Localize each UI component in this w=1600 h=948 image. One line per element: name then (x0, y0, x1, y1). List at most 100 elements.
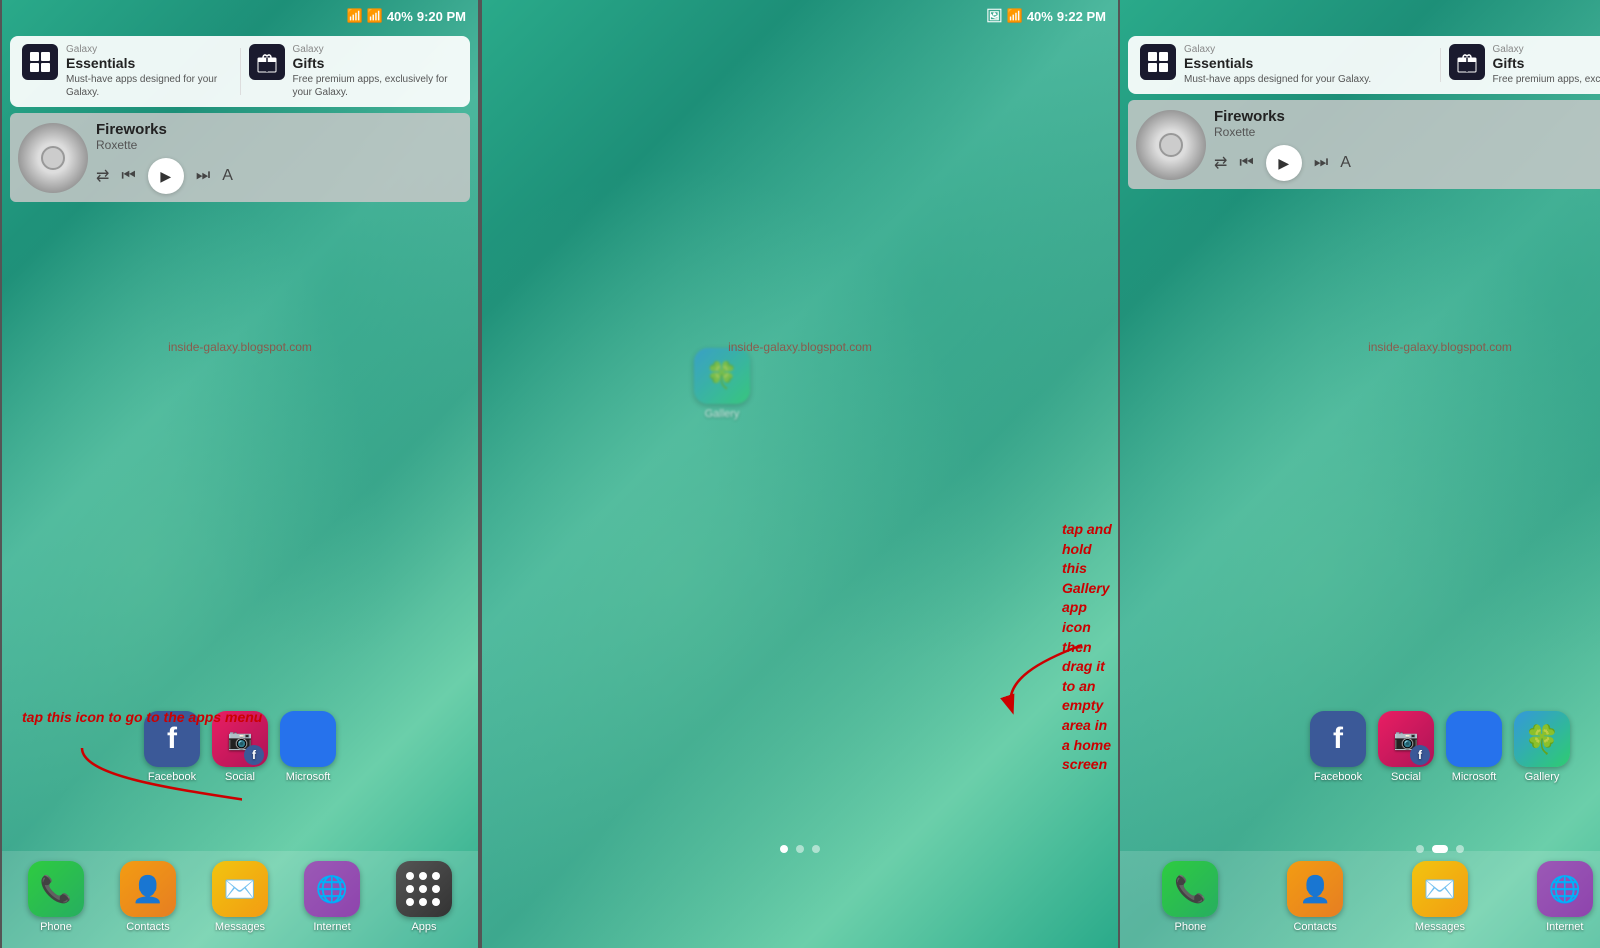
galaxy-gifts-card-3[interactable]: Galaxy Gifts Free premium apps, exclusiv… (1449, 44, 1600, 86)
dock-phone-3[interactable]: 📞 Phone (1162, 861, 1218, 933)
wifi-icon: 📶 (346, 8, 362, 24)
dock-messages-3[interactable]: ✉️ Messages (1412, 861, 1468, 933)
dock-internet[interactable]: 🌐 Internet (304, 861, 360, 933)
next-btn-3[interactable]: ⏭ (1314, 154, 1328, 172)
social-apps-row-3: f Facebook 📷 f Social Microsoft 🍀 Galler… (1128, 711, 1600, 783)
music-controls-3: ⇄ ⏮ ▶ ⏭ A (1214, 145, 1600, 181)
shuffle-btn-3[interactable]: ⇄ (1214, 153, 1227, 173)
galaxy-essentials-card-3[interactable]: Galaxy Essentials Must-have apps designe… (1140, 44, 1432, 86)
music-title-1: Fireworks (96, 121, 462, 138)
gifts-title-3: Gifts (1493, 55, 1600, 71)
music-title-3: Fireworks (1214, 108, 1600, 125)
gallery-app-blurred[interactable]: 🍀 Gallery (646, 340, 798, 429)
microsoft-label: Microsoft (286, 771, 331, 783)
music-controls-1: ⇄ ⏮ ▶ ⏭ A (96, 158, 462, 194)
annotation-arrow-3 (1580, 510, 1600, 630)
apps-icon (396, 861, 452, 917)
next-btn[interactable]: ⏭ (196, 167, 210, 185)
play-btn-3[interactable]: ▶ (1266, 145, 1302, 181)
panel-1: 📶 📶 40% 9:20 PM Galaxy Essentials Must-h… (0, 0, 480, 948)
dock-internet-3[interactable]: 🌐 Internet (1537, 861, 1593, 933)
dot-2 (796, 845, 804, 853)
essentials-desc-3: Must-have apps designed for your Galaxy. (1184, 73, 1432, 86)
essentials-title-3: Essentials (1184, 55, 1432, 71)
essentials-icon (22, 44, 58, 80)
essentials-icon-3 (1140, 44, 1176, 80)
album-art-3 (1136, 110, 1206, 180)
social-app-3[interactable]: 📷 f Social (1378, 711, 1434, 783)
contacts-icon-3: 👤 (1287, 861, 1343, 917)
internet-icon-3: 🌐 (1537, 861, 1593, 917)
facebook-label-3: Facebook (1314, 771, 1362, 783)
panel-3: 📶 📶 40% 9:23 PM Galaxy Essentials Must-h… (1120, 0, 1600, 948)
battery-text-2: 40% (1027, 9, 1053, 24)
prev-btn-3[interactable]: ⏮ (1239, 154, 1253, 172)
music-artist-3: Roxette (1214, 125, 1600, 139)
dot-1 (780, 845, 788, 853)
gallery-label-blurred: Gallery (705, 408, 740, 421)
dock-phone[interactable]: 📞 Phone (28, 861, 84, 933)
gifts-desc-3: Free premium apps, exclusively for your … (1493, 73, 1600, 86)
gifts-title: Gifts (293, 55, 459, 71)
essentials-brand-3: Galaxy (1184, 44, 1432, 55)
social-icon-3: 📷 f (1378, 711, 1434, 767)
play-btn-1[interactable]: ▶ (148, 158, 184, 194)
shuffle-btn[interactable]: ⇄ (96, 166, 109, 186)
gifts-icon-3 (1449, 44, 1485, 80)
galaxy-gifts-card[interactable]: Galaxy Gifts Free premium apps, exclusiv… (249, 44, 459, 99)
battery-text: 40% (387, 9, 413, 24)
contacts-label-3: Contacts (1293, 921, 1336, 933)
galaxy-cards-1: Galaxy Essentials Must-have apps designe… (10, 36, 470, 107)
panel-2: 🖼 📶 40% 9:22 PM A-Z EDIT G Google (480, 0, 1120, 948)
dock-contacts[interactable]: 👤 Contacts (120, 861, 176, 933)
messages-icon-3: ✉️ (1412, 861, 1468, 917)
dock-apps[interactable]: Apps (396, 861, 452, 933)
page-dots-2 (482, 845, 1118, 853)
signal-icon: 📶 (367, 8, 383, 24)
lyrics-btn[interactable]: A (222, 167, 233, 185)
lyrics-btn-3[interactable]: A (1340, 154, 1351, 172)
wifi-icon-2: 📶 (1007, 8, 1023, 24)
messages-label-3: Messages (1415, 921, 1465, 933)
music-info-1: Fireworks Roxette ⇄ ⏮ ▶ ⏭ A (96, 121, 462, 194)
annotation-arrow-2 (962, 640, 1120, 720)
prev-btn[interactable]: ⏮ (121, 167, 135, 185)
gallery-app-3[interactable]: 🍀 Gallery (1514, 711, 1570, 783)
music-player-1: Fireworks Roxette ⇄ ⏮ ▶ ⏭ A (10, 113, 470, 202)
gifts-desc: Free premium apps, exclusively for your … (293, 73, 459, 99)
galaxy-cards-3: Galaxy Essentials Must-have apps designe… (1128, 36, 1600, 94)
status-bar-1: 📶 📶 40% 9:20 PM (2, 0, 478, 32)
essentials-brand: Galaxy (66, 44, 232, 55)
essentials-desc: Must-have apps designed for your Galaxy. (66, 73, 232, 99)
contacts-icon: 👤 (120, 861, 176, 917)
galaxy-essentials-card[interactable]: Galaxy Essentials Must-have apps designe… (22, 44, 232, 99)
dock-contacts-3[interactable]: 👤 Contacts (1287, 861, 1343, 933)
gifts-brand-3: Galaxy (1493, 44, 1600, 55)
time-display-2: 9:22 PM (1057, 9, 1106, 24)
album-art-1 (18, 123, 88, 193)
facebook-app-3[interactable]: f Facebook (1310, 711, 1366, 783)
microsoft-icon-3 (1446, 711, 1502, 767)
dock-3: 📞 Phone 👤 Contacts ✉️ Messages 🌐 Interne… (1120, 851, 1600, 948)
microsoft-app[interactable]: Microsoft (280, 711, 336, 783)
apps-label: Apps (411, 921, 436, 933)
microsoft-icon (280, 711, 336, 767)
music-artist-1: Roxette (96, 138, 462, 152)
internet-label: Internet (313, 921, 350, 933)
music-info-3: Fireworks Roxette ⇄ ⏮ ▶ ⏭ A (1214, 108, 1600, 181)
contacts-label: Contacts (126, 921, 169, 933)
microsoft-app-3[interactable]: Microsoft (1446, 711, 1502, 783)
facebook-icon-3: f (1310, 711, 1366, 767)
img-icon-2: 🖼 (986, 8, 1003, 24)
gifts-brand: Galaxy (293, 44, 459, 55)
dock-messages[interactable]: ✉️ Messages (212, 861, 268, 933)
internet-icon: 🌐 (304, 861, 360, 917)
gifts-icon (249, 44, 285, 80)
status-bar-2: 🖼 📶 40% 9:22 PM (482, 0, 1118, 32)
annotation-1: tap this icon to go to the apps menu (22, 708, 262, 728)
time-display: 9:20 PM (417, 9, 466, 24)
dot-3 (812, 845, 820, 853)
phone-label: Phone (40, 921, 72, 933)
social-label-3: Social (1391, 771, 1421, 783)
annotation-arrow-1 (2, 738, 242, 868)
